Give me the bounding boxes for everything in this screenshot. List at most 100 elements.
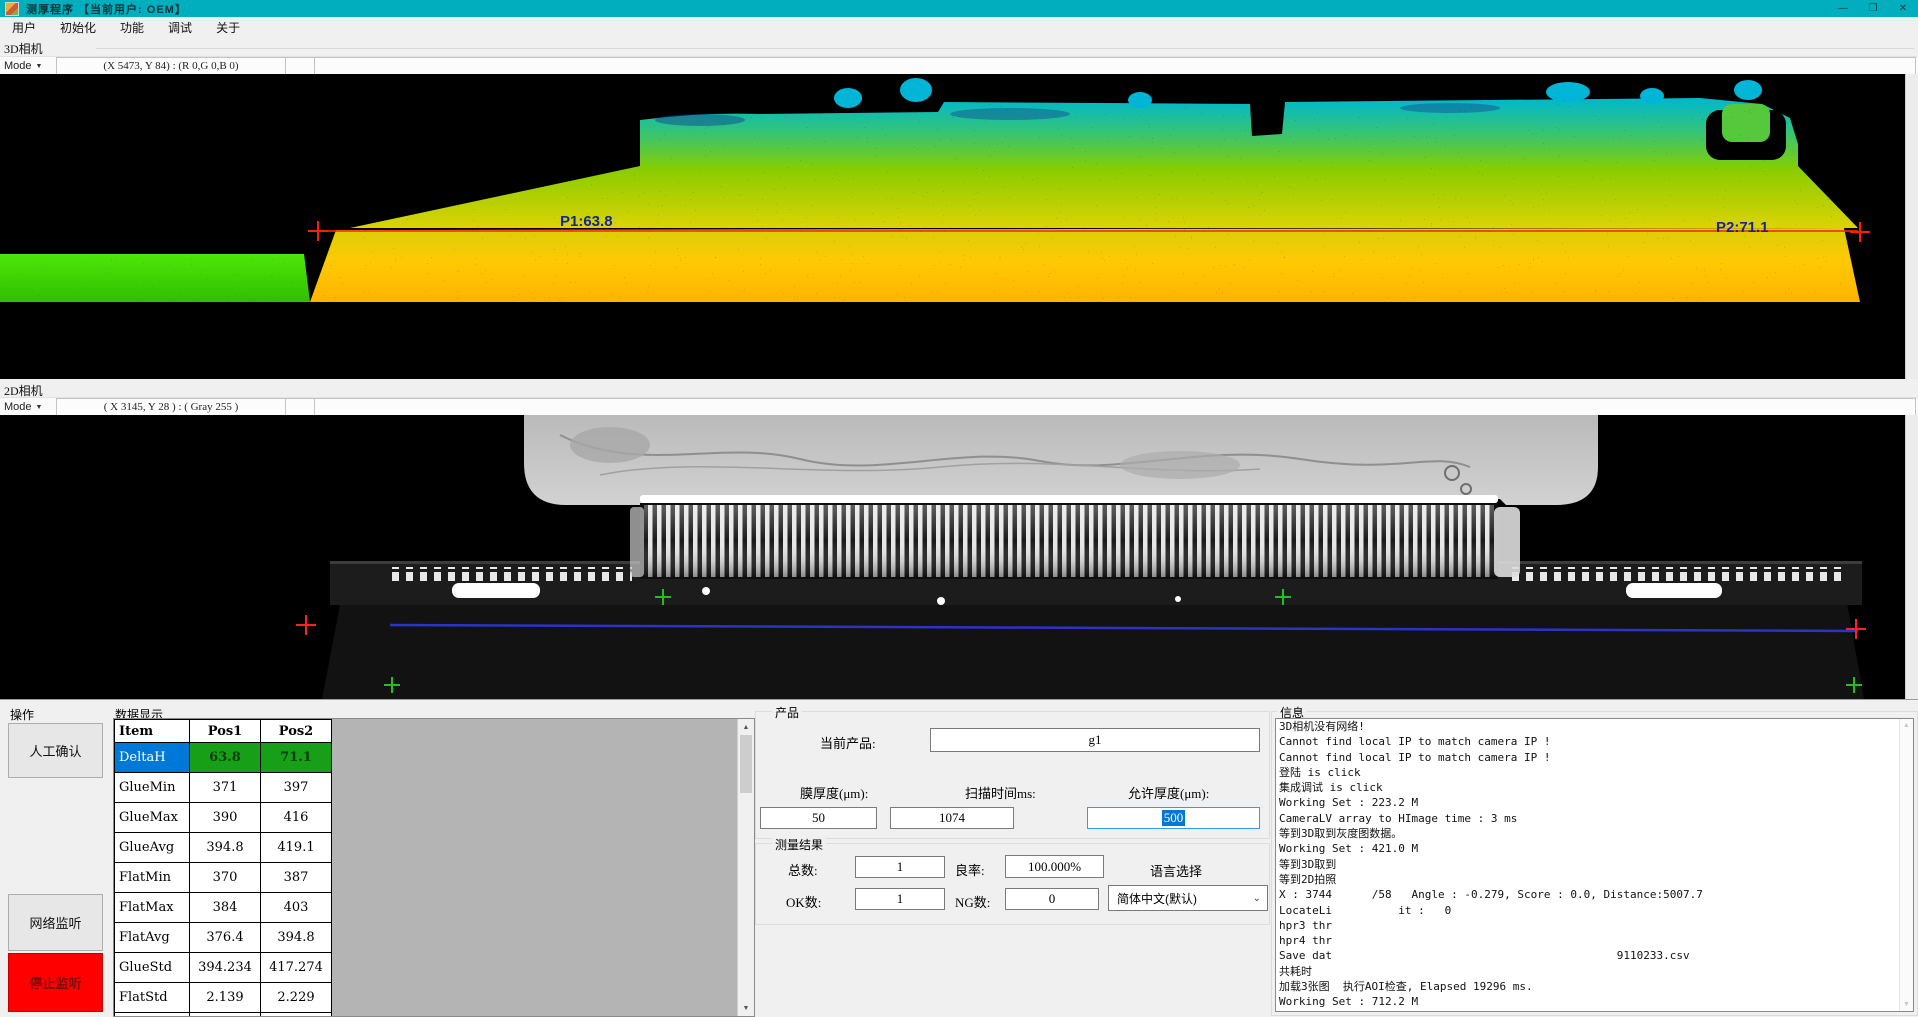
- table-row[interactable]: FlatMin370387: [115, 863, 332, 893]
- table-row[interactable]: X2583.57966.7: [115, 1013, 332, 1017]
- cell-pos2: 397: [261, 773, 332, 803]
- log-line: X : 3744 /58 Angle : -0.279, Score : 0.0…: [1276, 887, 1913, 902]
- cell-pos1: 370: [190, 863, 261, 893]
- allow-thickness-input[interactable]: 500: [1087, 807, 1260, 829]
- data-table-body: DeltaH63.871.1GlueMin371397GlueMax390416…: [115, 743, 332, 1017]
- app-icon: [5, 2, 19, 16]
- menu-item-3[interactable]: 调试: [156, 19, 204, 36]
- table-row[interactable]: GlueMin371397: [115, 773, 332, 803]
- manual-confirm-button[interactable]: 人工确认: [8, 723, 103, 778]
- menu-item-1[interactable]: 初始化: [48, 19, 108, 36]
- cell-pos2: 2.229: [261, 983, 332, 1013]
- film-thickness-input[interactable]: 50: [760, 807, 877, 829]
- yield-field: 100.000%: [1005, 855, 1104, 878]
- cell-pos2: 403: [261, 893, 332, 923]
- status-segment: [285, 57, 315, 75]
- cell-pos1: 371: [190, 773, 261, 803]
- app-window: 测厚程序 【当前用户: OEM】 — ❐ ✕ 用户初始化功能调试关于 3D相机 …: [0, 0, 1918, 1017]
- log-line: 登陆 is click: [1276, 765, 1913, 780]
- column-header: Pos1: [190, 720, 261, 743]
- cell-pos2: 387: [261, 863, 332, 893]
- cell-pos2: 394.8: [261, 923, 332, 953]
- table-row[interactable]: GlueMax390416: [115, 803, 332, 833]
- scroll-up-icon[interactable]: ▲: [738, 719, 754, 735]
- p1-measurement-label: P1:63.8: [560, 213, 613, 230]
- ng-count-field: 0: [1005, 888, 1099, 910]
- scrollbar-3d[interactable]: [1905, 74, 1918, 379]
- divider: [96, 48, 1914, 49]
- info-log[interactable]: 3D相机没有网络!Cannot find local IP to match c…: [1275, 718, 1914, 1012]
- scroll-down-icon[interactable]: ▼: [738, 1000, 754, 1016]
- menu-item-4[interactable]: 关于: [204, 19, 252, 36]
- cell-pos1: 384: [190, 893, 261, 923]
- cell-pos1: 394.234: [190, 953, 261, 983]
- close-icon[interactable]: ✕: [1888, 0, 1918, 17]
- cell-item: DeltaH: [115, 743, 190, 773]
- camera2d-toolbar: Mode ▼ ( X 3145, Y 28 ) : ( Gray 255 ): [0, 397, 1918, 417]
- log-line: CameraLV array to HImage time : 3 ms: [1276, 811, 1913, 826]
- cell-pos2: 417.274: [261, 953, 332, 983]
- mode-dropdown-2d[interactable]: Mode ▼: [4, 399, 42, 415]
- camera3d-view[interactable]: P1:63.8 P2:71.1: [0, 74, 1905, 379]
- log-line: Cannot find local IP to match camera IP …: [1276, 734, 1913, 749]
- product-label: 产品: [772, 704, 802, 721]
- cell-item: GlueAvg: [115, 833, 190, 863]
- scrollbar-2d[interactable]: [1905, 415, 1918, 699]
- mode-dropdown-3d[interactable]: Mode ▼: [4, 58, 42, 74]
- log-line: 等到2D拍照: [1276, 872, 1913, 887]
- status-segment: [314, 398, 1916, 416]
- scan-time-label: 扫描时间ms:: [965, 783, 1036, 802]
- chevron-down-icon: ▼: [36, 63, 43, 70]
- status-segment: [285, 398, 315, 416]
- menu-item-0[interactable]: 用户: [0, 19, 48, 36]
- log-line: 等到3D取到灰度图数据。: [1276, 826, 1913, 841]
- menu-bar: 用户初始化功能调试关于: [0, 17, 1918, 38]
- film-thickness-label: 膜厚度(μm):: [800, 783, 868, 802]
- title-bar: 测厚程序 【当前用户: OEM】 — ❐ ✕: [0, 0, 1918, 17]
- language-select[interactable]: 简体中文(默认) ⌄: [1108, 885, 1268, 911]
- cell-item: X: [115, 1013, 190, 1017]
- scroll-up-icon[interactable]: ▲: [1903, 722, 1910, 729]
- ok-count-label: OK数:: [786, 892, 821, 911]
- table-row[interactable]: FlatStd2.1392.229: [115, 983, 332, 1013]
- log-line: Working Set : 421.0 M: [1276, 841, 1913, 856]
- log-line: Working Set : 712.2 M: [1276, 994, 1913, 1009]
- table-row[interactable]: FlatAvg376.4394.8: [115, 923, 332, 953]
- cell-pos2: 7966.7: [261, 1013, 332, 1017]
- table-row[interactable]: GlueStd394.234417.274: [115, 953, 332, 983]
- grayscale-image-2d: [0, 415, 1905, 699]
- table-row[interactable]: GlueAvg394.8419.1: [115, 833, 332, 863]
- scrollbar-thumb[interactable]: [740, 735, 752, 793]
- mode-label: Mode: [4, 60, 32, 72]
- current-product-input[interactable]: g1: [930, 728, 1260, 752]
- total-count-field: 1: [855, 856, 945, 878]
- log-line: Working Set : 223.2 M: [1276, 795, 1913, 810]
- data-table-container[interactable]: ItemPos1Pos2 DeltaH63.871.1GlueMin371397…: [113, 718, 755, 1017]
- log-line: LocateLi it : 0: [1276, 903, 1913, 918]
- menu-item-2[interactable]: 功能: [108, 19, 156, 36]
- restore-icon[interactable]: ❐: [1858, 0, 1888, 17]
- log-scrollbar[interactable]: ▲ ▼: [1899, 719, 1913, 1011]
- cell-pos1: 394.8: [190, 833, 261, 863]
- total-label: 总数:: [788, 860, 818, 879]
- pixel-readout-2d: ( X 3145, Y 28 ) : ( Gray 255 ): [56, 398, 286, 416]
- camera2d-view[interactable]: [0, 415, 1905, 699]
- cell-item: FlatMin: [115, 863, 190, 893]
- scan-time-input[interactable]: 1074: [890, 807, 1014, 829]
- cell-item: GlueMax: [115, 803, 190, 833]
- pixel-readout-3d: (X 5473, Y 84) : (R 0,G 0,B 0): [56, 57, 286, 75]
- data-table: ItemPos1Pos2 DeltaH63.871.1GlueMin371397…: [114, 719, 332, 1017]
- cell-pos2: 71.1: [261, 743, 332, 773]
- table-row[interactable]: FlatMax384403: [115, 893, 332, 923]
- cell-pos2: 419.1: [261, 833, 332, 863]
- scroll-down-icon[interactable]: ▼: [1903, 1001, 1910, 1008]
- chevron-down-icon: ⌄: [1253, 893, 1261, 904]
- cell-pos1: 2583.5: [190, 1013, 261, 1017]
- minimize-icon[interactable]: —: [1828, 0, 1858, 17]
- current-product-label: 当前产品:: [820, 733, 876, 752]
- table-row[interactable]: DeltaH63.871.1: [115, 743, 332, 773]
- cell-item: GlueMin: [115, 773, 190, 803]
- stop-listen-button[interactable]: 停止监听: [8, 953, 103, 1012]
- network-listen-button[interactable]: 网络监听: [8, 894, 103, 951]
- table-scrollbar[interactable]: ▲ ▼: [737, 719, 754, 1016]
